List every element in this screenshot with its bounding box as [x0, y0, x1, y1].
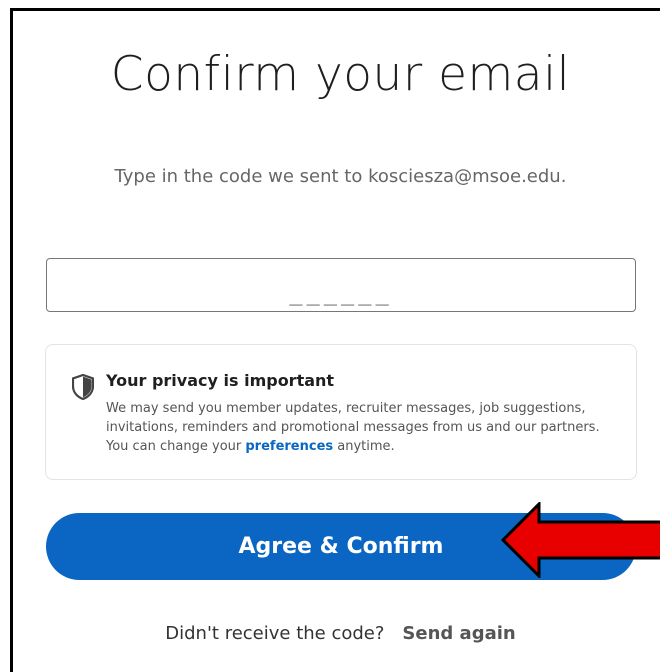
send-again-link[interactable]: Send again — [402, 623, 515, 644]
page-title: Confirm your email — [110, 47, 571, 102]
verification-code-input[interactable] — [46, 258, 636, 312]
preferences-link[interactable]: preferences — [245, 439, 333, 454]
privacy-body-end: anytime. — [333, 439, 395, 454]
red-arrow-left-icon — [501, 502, 660, 578]
confirm-email-panel: Confirm your email Type in the code we s… — [10, 8, 660, 672]
privacy-body: We may send you member updates, recruite… — [106, 399, 611, 456]
shield-icon — [72, 374, 94, 400]
resend-question: Didn't receive the code? — [165, 623, 385, 644]
privacy-notice: Your privacy is important We may send yo… — [45, 344, 637, 480]
instructions-text: Type in the code we sent to kosciesza@ms… — [114, 166, 567, 187]
resend-row: Didn't receive the code? Send again — [13, 623, 660, 644]
privacy-heading: Your privacy is important — [106, 371, 335, 390]
